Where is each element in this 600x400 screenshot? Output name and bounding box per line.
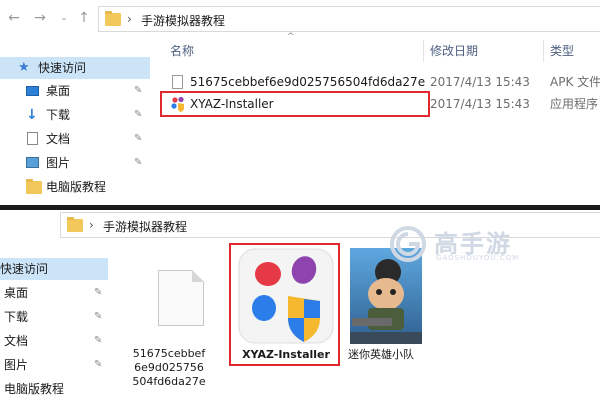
pictures-icon <box>26 157 39 168</box>
sidebar-item-pc-tutorial[interactable]: 电脑版教程 <box>0 176 150 198</box>
sidebar-item-downloads[interactable]: 下载 ✎ <box>0 306 108 328</box>
column-header-date[interactable]: 修改日期 <box>430 42 478 59</box>
column-divider[interactable] <box>543 40 544 62</box>
breadcrumb-chevron-icon[interactable]: › <box>89 218 94 232</box>
file-date: 2017/4/13 15:43 <box>430 75 530 89</box>
sidebar-item-label: 文档 <box>4 334 29 348</box>
sidebar-item-desktop[interactable]: 桌面 ✎ <box>0 282 108 304</box>
download-icon: ↓ <box>26 107 38 123</box>
sidebar-item-pictures[interactable]: 图片 ✎ <box>0 354 108 376</box>
file-date: 2017/4/13 15:43 <box>430 97 530 111</box>
sidebar-item-label: 电脑版教程 <box>46 180 107 194</box>
folder-icon <box>67 217 83 232</box>
pin-icon[interactable]: ✎ <box>134 104 142 126</box>
back-arrow-icon[interactable]: ← <box>6 10 22 26</box>
sidebar-item-label: 桌面 <box>46 84 71 98</box>
pin-icon[interactable]: ✎ <box>94 282 102 304</box>
sidebar-item-label: 快速访问 <box>0 262 49 276</box>
top-address-row: ← → ⌄ ↑ › 手游模拟器教程 <box>0 0 600 36</box>
pin-icon[interactable]: ✎ <box>94 306 102 328</box>
up-arrow-icon[interactable]: ↑ <box>76 10 92 26</box>
watermark-logo: 高手游 GAOSHOUYOU.COM <box>390 222 580 268</box>
column-divider[interactable] <box>423 40 424 62</box>
sort-ascending-icon: ^ <box>287 32 295 42</box>
watermark-domain: GAOSHOUYOU.COM <box>436 254 520 262</box>
column-header-name[interactable]: 名称 <box>170 42 194 59</box>
address-bar[interactable]: › 手游模拟器教程 <box>98 6 600 32</box>
sidebar-item-label: 下载 <box>4 310 29 324</box>
pin-icon[interactable]: ✎ <box>134 128 142 150</box>
sidebar-item-label: 桌面 <box>4 286 29 300</box>
sidebar-item-quick-access[interactable]: 快速访问 <box>0 258 108 280</box>
folder-icon <box>105 11 121 26</box>
sidebar-item-label: 快速访问 <box>38 61 87 75</box>
pin-icon[interactable]: ✎ <box>134 80 142 102</box>
pin-icon[interactable]: ✎ <box>94 330 102 352</box>
tile-label: 51675cebbef6e9d025756504fd6da27e <box>132 347 206 388</box>
sidebar-item-desktop[interactable]: 桌面 ✎ <box>0 80 150 102</box>
sidebar-item-documents[interactable]: 文档 ✎ <box>0 330 108 352</box>
blank-file-icon <box>158 270 204 326</box>
column-header-type[interactable]: 类型 <box>550 42 574 59</box>
sidebar-item-label: 图片 <box>4 358 29 372</box>
tile-label: 迷你英雄小队 <box>348 348 414 361</box>
file-row[interactable]: 51675cebbef6e9d025756504fd6da27e 2017/4/… <box>162 71 600 93</box>
breadcrumb-folder[interactable]: 手游模拟器教程 <box>141 12 225 29</box>
recent-dropdown-icon[interactable]: ⌄ <box>56 10 72 26</box>
sidebar-item-pc-tutorial[interactable]: 电脑版教程 <box>0 378 108 400</box>
gaoshouyou-logo-icon <box>390 226 426 262</box>
sidebar-item-quick-access[interactable]: ★ 快速访问 <box>0 57 150 79</box>
file-type: APK 文件 <box>550 75 600 89</box>
pin-icon[interactable]: ✎ <box>94 354 102 376</box>
sidebar-item-label: 下载 <box>46 108 71 122</box>
sidebar-item-label: 文档 <box>46 132 71 146</box>
folder-icon <box>26 179 42 194</box>
bottom-explorer-window: › 手游模拟器教程 快速访问 桌面 ✎ 下载 ✎ 文档 ✎ 图片 ✎ 电脑版教程… <box>0 210 600 400</box>
breadcrumb-folder[interactable]: 手游模拟器教程 <box>103 218 187 235</box>
highlight-box <box>229 243 340 366</box>
top-explorer-window: ← → ⌄ ↑ › 手游模拟器教程 ★ 快速访问 桌面 ✎ ↓ 下载 ✎ 文档 … <box>0 0 600 205</box>
sidebar-item-label: 电脑版教程 <box>4 382 65 396</box>
forward-arrow-icon[interactable]: → <box>32 10 48 26</box>
sidebar-item-pictures[interactable]: 图片 ✎ <box>0 152 150 174</box>
sidebar-item-downloads[interactable]: ↓ 下载 ✎ <box>0 104 150 126</box>
star-icon: ★ <box>18 60 30 75</box>
file-type: 应用程序 <box>550 97 599 111</box>
breadcrumb-chevron-icon[interactable]: › <box>127 12 132 26</box>
document-icon <box>27 132 38 145</box>
desktop-icon <box>26 86 39 96</box>
highlight-box <box>160 91 430 117</box>
file-name: 51675cebbef6e9d025756504fd6da27e <box>190 75 426 89</box>
sidebar-item-documents[interactable]: 文档 ✎ <box>0 128 150 150</box>
file-icon <box>172 75 183 89</box>
sidebar-item-label: 图片 <box>46 156 71 170</box>
pin-icon[interactable]: ✎ <box>134 152 142 174</box>
